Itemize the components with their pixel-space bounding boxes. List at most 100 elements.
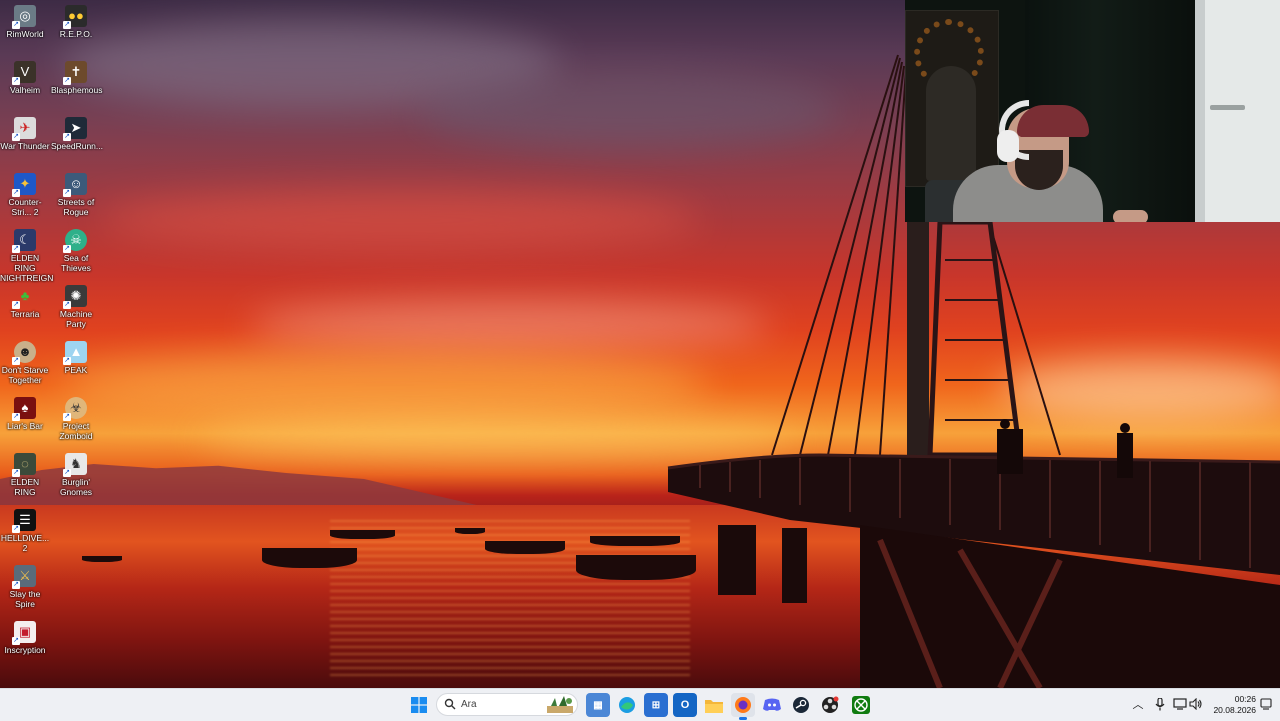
firefox-button[interactable] [731,693,755,720]
desktop-icon-label: Slay the Spire [9,589,41,609]
show-hidden-icons-button[interactable]: ︿ [1130,696,1146,712]
rimworld-icon: ◎ [12,5,36,29]
project-zomboid-icon: ☣ [63,397,87,421]
desktop-icon-helldivers[interactable]: ☰ HELLDIVE... 2 [0,509,50,553]
folder-icon [705,699,723,713]
valheim-icon: V [12,61,36,85]
desktop-icon-dont-starve-together[interactable]: ☻ Don't Starve Together [0,341,50,385]
desktop-icon-label: RimWorld [6,29,44,39]
desktop-icon-valheim[interactable]: V Valheim [0,61,50,95]
network-button[interactable] [1172,696,1188,712]
outlook-icon: O [680,699,690,711]
xbox-icon [852,696,870,714]
desktop-icon-label: HELLDIVE... 2 [0,533,50,553]
widgets-icon: ▦ [593,699,603,711]
search-placeholder: Ara [461,699,477,710]
edge-button[interactable] [615,693,639,717]
desktop-icon-elden-ring-nightreign[interactable]: ☾ ELDEN RING NIGHTREIGN [0,229,54,283]
notifications-button[interactable] [1258,696,1274,712]
microphone-button[interactable] [1152,696,1168,712]
file-explorer-button[interactable] [702,693,726,717]
desktop-icon-label: SpeedRunn... [51,141,103,151]
desktop-icon-blasphemous[interactable]: ✝ Blasphemous [51,61,103,95]
inscryption-icon: ▣ [12,621,36,645]
volume-button[interactable] [1188,696,1204,712]
desktop-icon-label: ELDEN RING [10,477,40,497]
speedrunners-icon: ➤ [63,117,87,141]
counter-strike-icon: ✦ [12,173,36,197]
desktop-icon-label: Terraria [10,309,40,319]
desktop-icon-inscryption[interactable]: ▣ Inscryption [0,621,50,655]
desktop-icon-counter-strike[interactable]: ✦ Counter-Stri... 2 [0,173,50,217]
chevron-up-icon: ︿ [1132,699,1144,711]
desktop-icon-burglin-gnomes[interactable]: ♞ Burglin' Gnomes [51,453,101,497]
discord-button[interactable] [760,693,784,717]
desktop-icon-label: Counter-Stri... 2 [8,197,42,217]
microphone-icon [1155,697,1165,710]
peak-icon: ▲ [63,341,87,365]
war-thunder-icon: ✈ [12,117,36,141]
streets-of-rogue-icon: ☺ [63,173,87,197]
desktop-icon-sea-of-thieves[interactable]: ☠ Sea of Thieves [51,229,101,273]
desktop-icon-peak[interactable]: ▲ PEAK [51,341,101,375]
desktop-icon-label: ELDEN RING NIGHTREIGN [0,253,54,283]
store-icon: ⊞ [651,699,661,711]
obs-icon [822,696,839,713]
outlook-button[interactable]: O [673,693,697,717]
steam-icon [793,697,809,713]
desktop-icon-project-zomboid[interactable]: ☣ Project Zomboid [51,397,101,441]
discord-icon [763,698,781,711]
desktop-icon-label: PEAK [64,365,88,375]
notification-bell-icon [1260,698,1272,710]
blasphemous-icon: ✝ [63,61,87,85]
desktop-icon-liars-bar[interactable]: ♠ Liar's Bar [0,397,50,431]
desktop-icon-terraria[interactable]: ♣ Terraria [0,285,50,319]
desktop-icon-label: Sea of Thieves [61,253,91,273]
repo-icon: ●● [63,5,87,29]
desktop-icon-label: Don't Starve Together [1,365,49,385]
webcam-overlay [905,0,1280,222]
desktop-icon-label: War Thunder [0,141,50,151]
clock-date: 20.08.2026 [1213,705,1256,715]
taskbar: Ara ▦ ⊞ O ︿ 00:26 20.08.2026 [0,688,1280,721]
firefox-icon [735,697,751,713]
machine-party-icon: ✺ [63,285,87,309]
elden-ring-icon: ◌ [12,453,36,477]
network-icon [1173,698,1187,710]
search-highlight-icon [547,696,573,713]
desktop-icon-war-thunder[interactable]: ✈ War Thunder [0,117,50,151]
sea-of-thieves-icon: ☠ [63,229,87,253]
search-icon [444,698,456,710]
terraria-icon: ♣ [12,285,36,309]
store-button[interactable]: ⊞ [644,693,668,717]
elden-ring-nightreign-icon: ☾ [12,229,36,253]
desktop-icon-streets-of-rogue[interactable]: ☺ Streets of Rogue [51,173,101,217]
desktop-icon-label: Project Zomboid [59,421,93,441]
burglin-gnomes-icon: ♞ [63,453,87,477]
taskbar-clock[interactable]: 00:26 20.08.2026 [1206,694,1256,716]
desktop-icon-label: Inscryption [4,645,46,655]
desktop-icon-speedrunners[interactable]: ➤ SpeedRunn... [51,117,103,151]
desktop-icon-label: Burglin' Gnomes [59,477,93,497]
desktop-icon-machine-party[interactable]: ✺ Machine Party [51,285,101,329]
steam-button[interactable] [789,693,813,717]
start-button[interactable] [407,693,431,717]
clock-time: 00:26 [1234,694,1256,704]
slay-the-spire-icon: ⚔ [12,565,36,589]
desktop-icon-label: Machine Party [59,309,93,329]
desktop-icon-slay-the-spire[interactable]: ⚔ Slay the Spire [0,565,50,609]
desktop-icon-repo[interactable]: ●● R.E.P.O. [51,5,101,39]
obs-button[interactable] [818,693,842,717]
wall-poster [905,10,999,187]
widgets-button[interactable]: ▦ [586,693,610,717]
helldivers-icon: ☰ [12,509,36,533]
xbox-button[interactable] [849,693,873,717]
desktop-icon-elden-ring[interactable]: ◌ ELDEN RING [0,453,50,497]
desktop-icon-rimworld[interactable]: ◎ RimWorld [0,5,50,39]
taskbar-search[interactable]: Ara [436,693,578,716]
liars-bar-icon: ♠ [12,397,36,421]
desktop-icon-label: Streets of Rogue [57,197,95,217]
desktop-icon-label: R.E.P.O. [59,29,93,39]
edge-icon [619,697,635,713]
desktop-icon-label: Valheim [9,85,41,95]
